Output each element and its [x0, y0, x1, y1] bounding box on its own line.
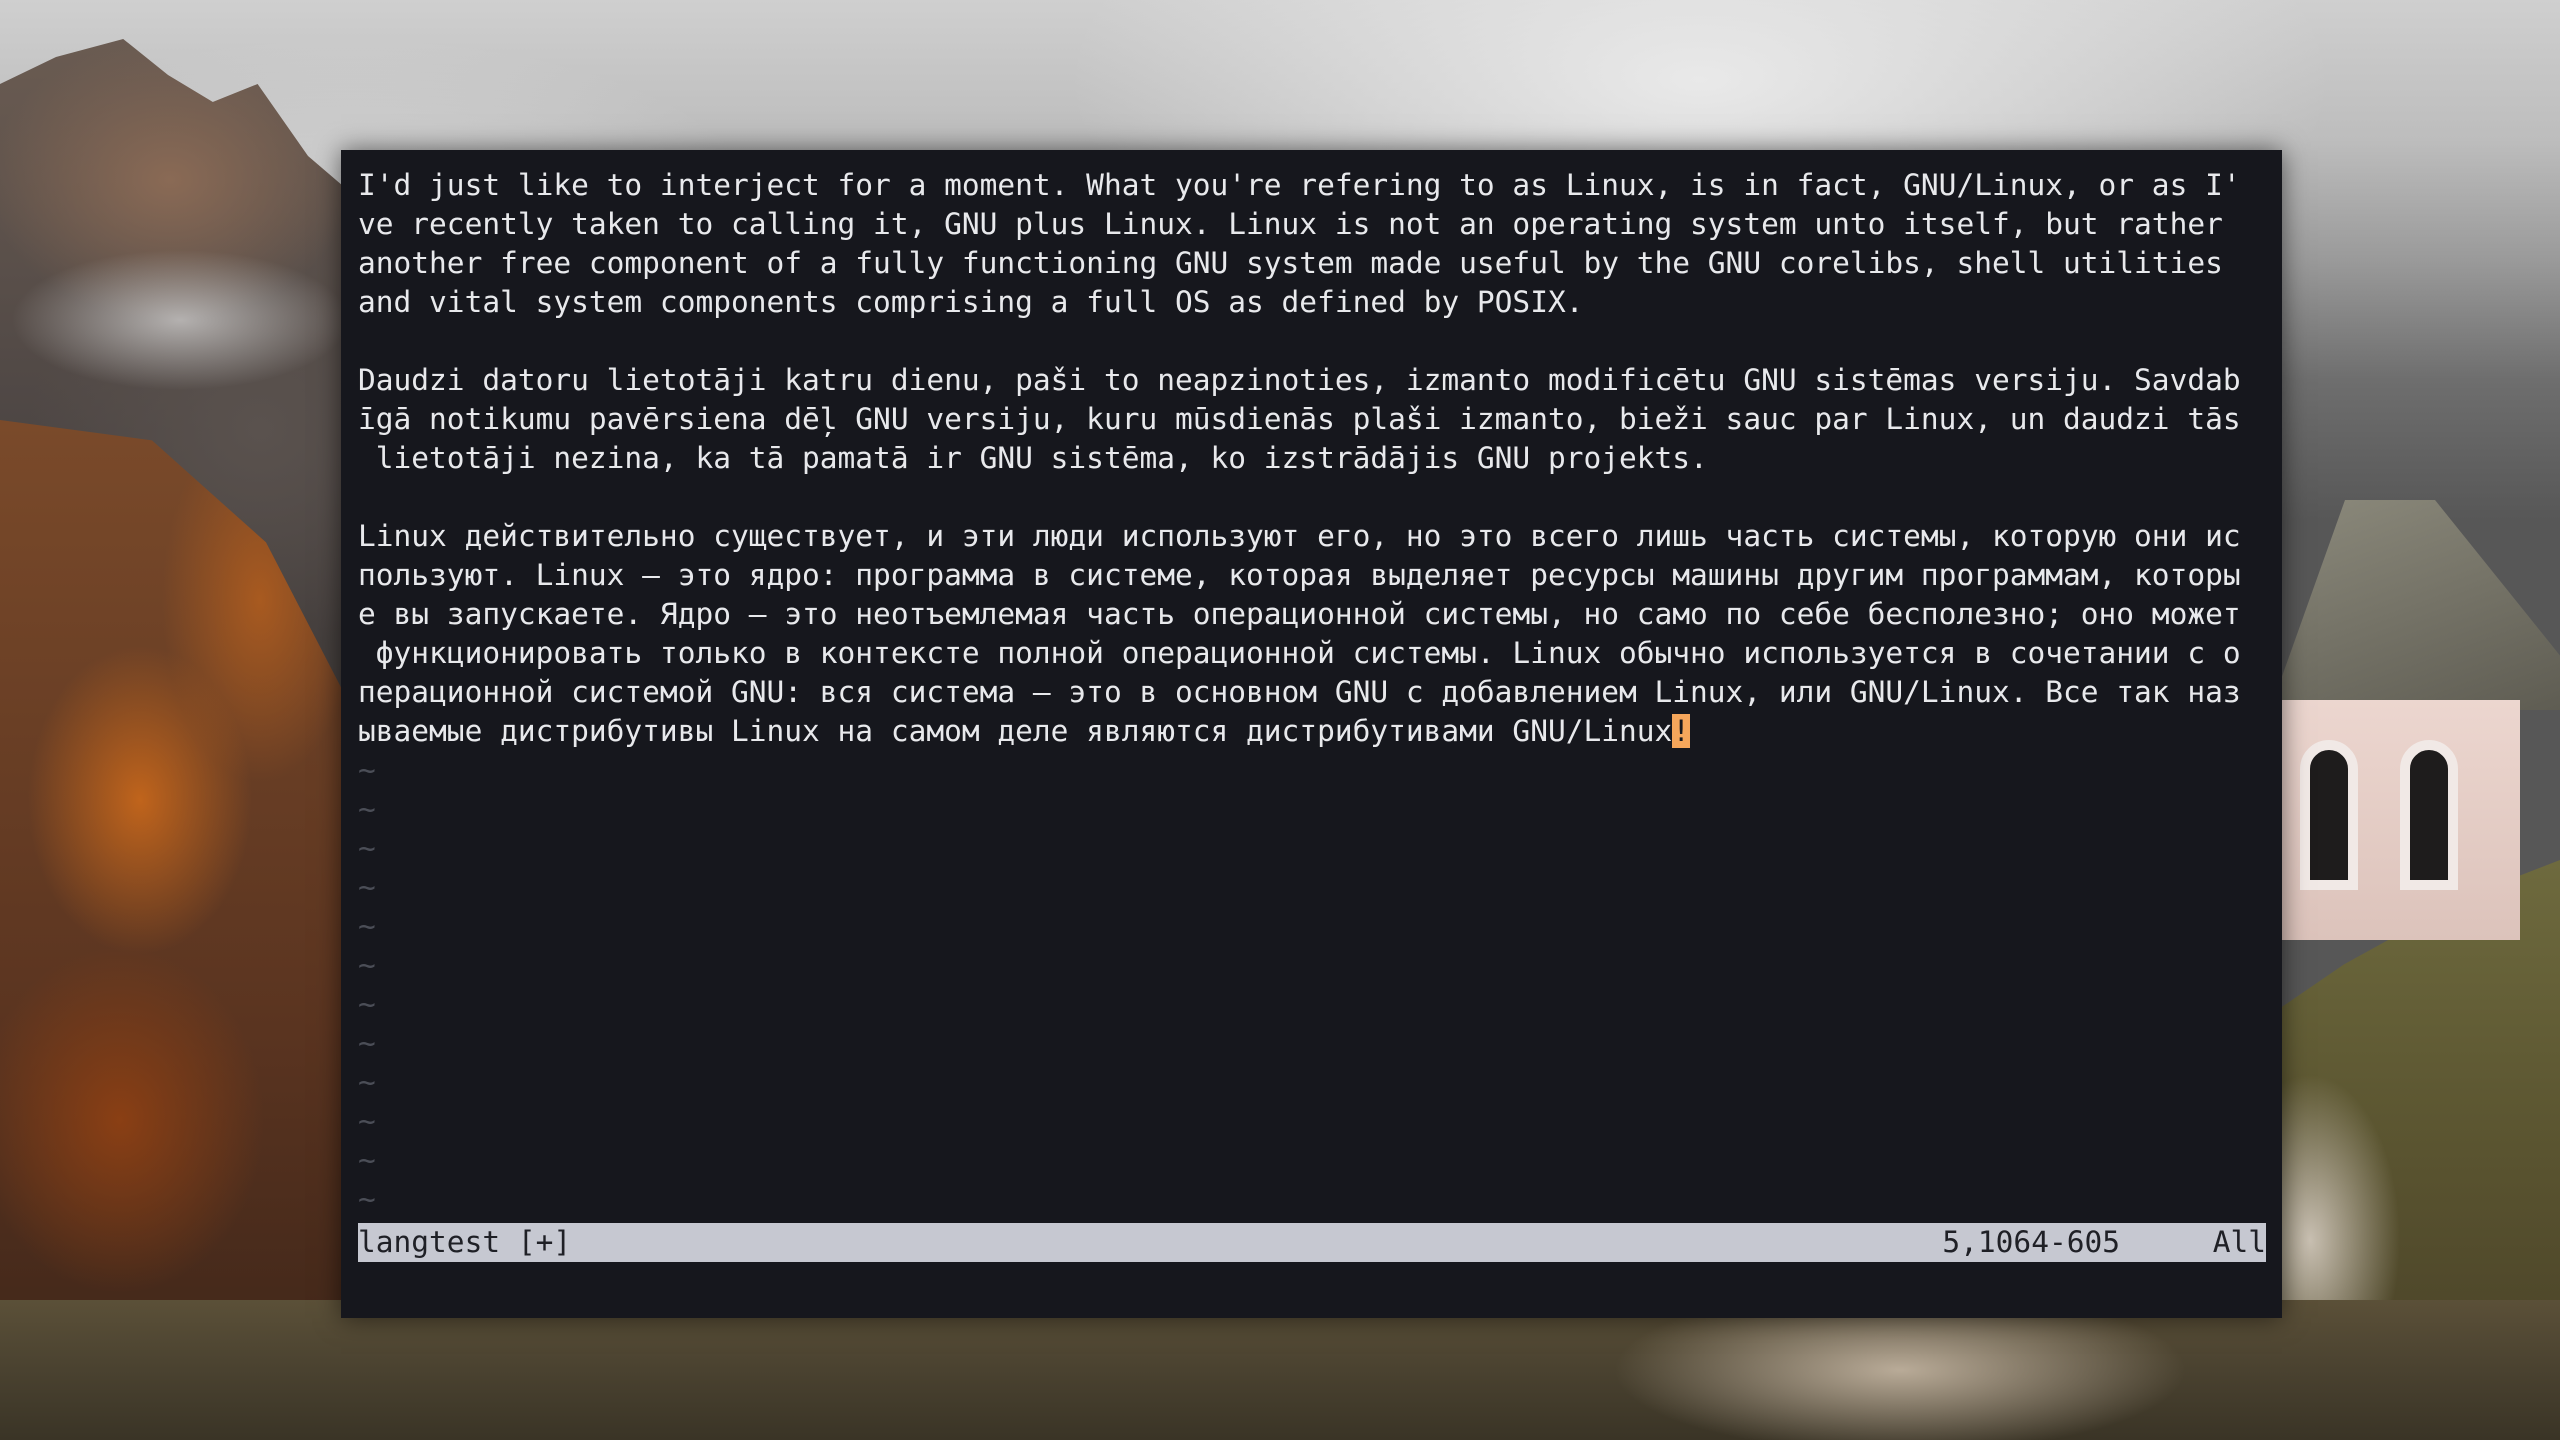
- empty-line-marker: ~: [358, 870, 376, 904]
- empty-line-marker: ~: [358, 1026, 376, 1060]
- empty-line-marker: ~: [358, 831, 376, 865]
- status-cursor-position: 5,1064-605: [1942, 1225, 2120, 1259]
- buffer-line[interactable]: [358, 478, 2266, 517]
- empty-line-marker: ~: [358, 753, 376, 787]
- buffer-line[interactable]: īgā notikumu pavērsiena dēļ GNU versiju,…: [358, 400, 2266, 439]
- buffer-line[interactable]: another free component of a fully functi…: [358, 244, 2266, 283]
- buffer-line-current[interactable]: ываемые дистрибутивы Linux на самом деле…: [358, 712, 2266, 751]
- wallpaper-chapel-window: [2400, 740, 2458, 890]
- buffer-line[interactable]: Daudzi datoru lietotāji katru dienu, paš…: [358, 361, 2266, 400]
- buffer-line[interactable]: lietotāji nezina, ka tā pamatā ir GNU si…: [358, 439, 2266, 478]
- buffer-line[interactable]: пользуют. Linux — это ядро: программа в …: [358, 556, 2266, 595]
- buffer-line[interactable]: функционировать только в контексте полно…: [358, 634, 2266, 673]
- current-line-text: ываемые дистрибутивы Linux на самом деле…: [358, 714, 1673, 748]
- empty-line-marker: ~: [358, 948, 376, 982]
- empty-line-marker: ~: [358, 792, 376, 826]
- empty-line-marker: ~: [358, 909, 376, 943]
- empty-line-marker: ~: [358, 1065, 376, 1099]
- buffer-line[interactable]: Linux действительно существует, и эти лю…: [358, 517, 2266, 556]
- empty-line-marker: ~: [358, 987, 376, 1021]
- buffer-line[interactable]: ve recently taken to calling it, GNU plu…: [358, 205, 2266, 244]
- editor-buffer[interactable]: I'd just like to interject for a moment.…: [358, 166, 2266, 1219]
- buffer-line[interactable]: перационной системой GNU: вся система — …: [358, 673, 2266, 712]
- empty-line-marker: ~: [358, 1143, 376, 1177]
- wallpaper-chapel-window: [2300, 740, 2358, 890]
- buffer-line[interactable]: I'd just like to interject for a moment.…: [358, 166, 2266, 205]
- empty-lines: ~ ~ ~ ~ ~ ~ ~ ~ ~ ~ ~ ~: [358, 751, 2266, 1219]
- wallpaper-ground: [0, 1300, 2560, 1440]
- buffer-line[interactable]: and vital system components comprising a…: [358, 283, 2266, 322]
- empty-line-marker: ~: [358, 1104, 376, 1138]
- status-filename: langtest [+]: [358, 1225, 572, 1259]
- empty-line-marker: ~: [358, 1182, 376, 1216]
- text-cursor: !: [1672, 714, 1691, 748]
- statusline: langtest [+] 5,1064-605 All: [358, 1223, 2266, 1262]
- status-scroll-indicator: All: [2212, 1225, 2266, 1259]
- buffer-line[interactable]: [358, 322, 2266, 361]
- terminal-window[interactable]: I'd just like to interject for a moment.…: [341, 150, 2282, 1318]
- buffer-line[interactable]: е вы запускаете. Ядро — это неотъемлемая…: [358, 595, 2266, 634]
